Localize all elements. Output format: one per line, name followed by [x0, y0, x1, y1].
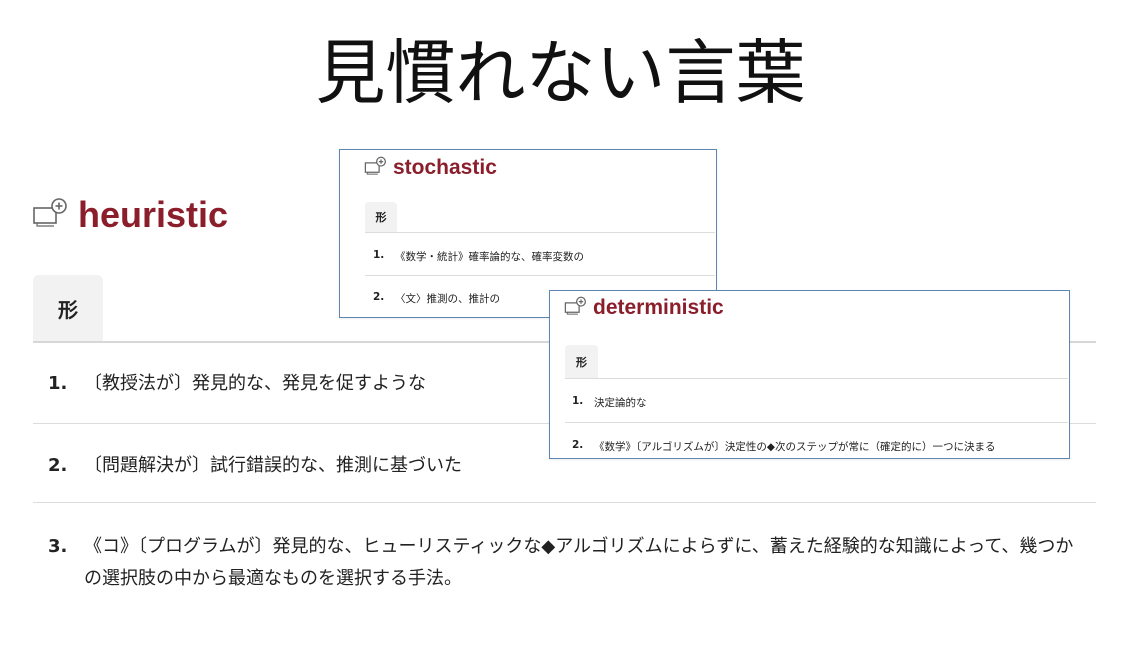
tab-adjective[interactable]: 形: [565, 345, 598, 378]
definition-text: 《数学》〔アルゴリズムが〕決定性の◆次のステップが常に（確定的に）一つに決まる: [594, 441, 996, 453]
definition-number: 1.: [373, 249, 385, 261]
definition-number: 3.: [48, 536, 68, 557]
definition-item: 3. 《コ》〔プログラムが〕発見的な、ヒューリスティックな◆アルゴリズムによらず…: [48, 531, 1084, 595]
add-to-wordbook-icon[interactable]: [564, 296, 588, 320]
divider: [365, 232, 715, 233]
definition-number: 1.: [48, 373, 68, 394]
headword-heuristic: heuristic: [78, 194, 229, 235]
divider: [365, 275, 715, 276]
definition-item: 1. 《数学・統計》確率論的な、確率変数の: [373, 249, 584, 264]
definition-item: 2. 《数学》〔アルゴリズムが〕決定性の◆次のステップが常に（確定的に）一つに決…: [572, 439, 996, 454]
divider: [565, 422, 1068, 423]
stochastic-heading: stochastic: [364, 156, 497, 180]
divider: [565, 378, 1068, 379]
definition-number: 2.: [48, 455, 68, 476]
add-to-wordbook-icon[interactable]: [364, 156, 388, 180]
headword-stochastic: stochastic: [393, 156, 497, 179]
definition-text: 《コ》〔プログラムが〕発見的な、ヒューリスティックな◆アルゴリズムによらずに、蓄…: [84, 536, 1074, 589]
definition-item: 2. 〈文〉推測の、推計の: [373, 291, 500, 306]
tab-adjective[interactable]: 形: [33, 275, 103, 341]
deterministic-heading: deterministic: [564, 296, 724, 320]
headword-deterministic: deterministic: [593, 296, 724, 319]
definition-number: 1.: [572, 395, 584, 407]
deterministic-card: deterministic 形 1. 決定論的な 2. 《数学》〔アルゴリズムが…: [549, 290, 1070, 459]
definition-number: 2.: [572, 439, 584, 451]
page-title: 見慣れない言葉: [315, 32, 806, 114]
heuristic-heading: heuristic: [32, 194, 228, 236]
definition-item: 1. 決定論的な: [572, 395, 647, 410]
definition-text: 決定論的な: [594, 397, 647, 409]
tab-adjective[interactable]: 形: [365, 202, 397, 232]
add-to-wordbook-icon[interactable]: [32, 197, 70, 233]
divider: [33, 502, 1096, 503]
definition-text: 《数学・統計》確率論的な、確率変数の: [395, 251, 584, 263]
definition-number: 2.: [373, 291, 385, 303]
definition-text: 〈文〉推測の、推計の: [395, 293, 500, 305]
